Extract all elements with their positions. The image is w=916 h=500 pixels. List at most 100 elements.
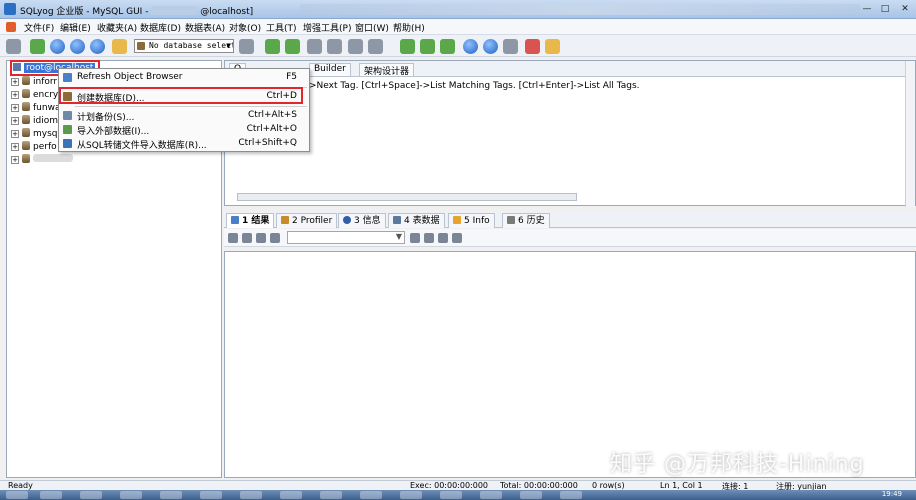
tree-db-node[interactable]: + mysq	[11, 128, 58, 140]
database-select[interactable]: No database select ▼	[134, 39, 234, 53]
export-results-icon[interactable]	[270, 233, 280, 243]
taskbar-app[interactable]	[320, 491, 342, 499]
tree-db-node[interactable]: + inforr	[11, 76, 57, 88]
taskbar-app[interactable]	[280, 491, 302, 499]
text-view-icon[interactable]	[256, 233, 266, 243]
tab-info[interactable]: 5 Info	[448, 213, 495, 228]
tree-db-label: perfo	[33, 142, 57, 152]
database-icon	[22, 89, 30, 98]
taskbar-app[interactable]	[440, 491, 462, 499]
new-connection-icon[interactable]	[6, 39, 21, 54]
form-view-icon[interactable]	[242, 233, 252, 243]
user-manager-icon[interactable]	[239, 39, 254, 54]
expand-icon[interactable]: +	[11, 91, 19, 99]
tab-table-data[interactable]: 4 表数据	[388, 213, 445, 228]
database-select-value: No database select	[149, 41, 234, 50]
menu-table[interactable]: 数据表(A)	[185, 21, 225, 34]
taskbar-app[interactable]	[120, 491, 142, 499]
options-icon[interactable]	[545, 39, 560, 54]
close-button[interactable]: ✕	[898, 3, 912, 15]
expand-icon[interactable]: +	[11, 104, 19, 112]
taskbar-app[interactable]	[160, 491, 182, 499]
tree-db-node[interactable]: +	[11, 154, 73, 166]
new-query-icon[interactable]	[30, 39, 45, 54]
taskbar-app[interactable]	[520, 491, 542, 499]
taskbar-app[interactable]	[480, 491, 502, 499]
refresh-results-icon[interactable]	[452, 233, 462, 243]
copy-db-icon[interactable]	[440, 39, 455, 54]
profiler-icon[interactable]	[525, 39, 540, 54]
menu-object[interactable]: 对象(O)	[229, 21, 261, 34]
taskbar-app[interactable]	[360, 491, 382, 499]
taskbar-app[interactable]	[560, 491, 582, 499]
window-title-suffix: @localhost]	[200, 7, 254, 17]
menu-file[interactable]: 文件(F)	[24, 21, 54, 34]
edit-user-icon[interactable]	[285, 39, 300, 54]
export-icon[interactable]	[348, 39, 363, 54]
results-grid[interactable]	[224, 251, 916, 478]
import-icon[interactable]	[368, 39, 383, 54]
menu-favorites[interactable]: 收藏夹(A)	[97, 21, 137, 34]
info-bolt-icon	[453, 216, 461, 224]
expand-icon[interactable]: +	[11, 78, 19, 86]
tab-profiler[interactable]: 2 Profiler	[276, 213, 338, 228]
execute-all-icon[interactable]	[70, 39, 85, 54]
taskbar-app[interactable]	[240, 491, 262, 499]
maximize-button[interactable]: □	[878, 3, 892, 15]
menu-window[interactable]: 窗口(W)	[355, 21, 389, 34]
tab-label: 结果	[251, 216, 270, 226]
save-results-icon[interactable]	[424, 233, 434, 243]
menu-power-tools[interactable]: 增强工具(P)	[303, 21, 351, 34]
menu-help[interactable]: 帮助(H)	[393, 21, 425, 34]
data-sync-icon[interactable]	[420, 39, 435, 54]
refresh-icon	[63, 73, 72, 82]
menu-item-shortcut: Ctrl+Shift+Q	[238, 138, 297, 148]
menu-item-refresh-object-browser[interactable]: Refresh Object Browser F5	[59, 71, 309, 84]
menu-item-label: Refresh Object Browser	[77, 72, 183, 82]
editor-vertical-scrollbar[interactable]	[905, 61, 915, 207]
menu-item-import-sql-dump[interactable]: 从SQL转储文件导入数据库(R)... Ctrl+Shift+Q	[59, 137, 309, 151]
restore-icon[interactable]	[327, 39, 342, 54]
schema-designer-icon[interactable]	[503, 39, 518, 54]
expand-icon[interactable]: +	[11, 117, 19, 125]
menu-item-import-external-data[interactable]: 导入外部数据(I)... Ctrl+Alt+O	[59, 123, 309, 137]
menu-tools[interactable]: 工具(T)	[266, 21, 297, 34]
schema-sync-icon[interactable]	[400, 39, 415, 54]
tab-history[interactable]: 6 历史	[502, 213, 550, 228]
expand-icon[interactable]: +	[11, 143, 19, 151]
minimize-button[interactable]: —	[860, 3, 874, 15]
start-button[interactable]	[6, 491, 28, 499]
tree-db-node[interactable]: + perfo	[11, 141, 57, 153]
taskbar-app[interactable]	[40, 491, 62, 499]
expand-icon[interactable]: +	[11, 130, 19, 138]
expand-icon[interactable]: +	[11, 156, 19, 164]
cancel-edit-icon[interactable]	[438, 233, 448, 243]
add-user-icon[interactable]	[265, 39, 280, 54]
grid-view-icon[interactable]	[228, 233, 238, 243]
tab-messages[interactable]: 3 信息	[338, 213, 386, 228]
query-builder-icon[interactable]	[483, 39, 498, 54]
menu-item-shortcut: Ctrl+Alt+O	[246, 124, 297, 134]
tree-db-node[interactable]: + funwa	[11, 102, 60, 114]
tree-db-node[interactable]: + encry	[11, 89, 58, 101]
editor-horizontal-scrollbar[interactable]	[237, 193, 577, 201]
taskbar-app[interactable]	[80, 491, 102, 499]
taskbar-app[interactable]	[400, 491, 422, 499]
tree-db-node[interactable]: + idiom	[11, 115, 58, 127]
filter-icon[interactable]	[410, 233, 420, 243]
tab-query-builder[interactable]: Builder	[309, 63, 351, 76]
execute-query-icon[interactable]	[50, 39, 65, 54]
tab-schema-designer[interactable]: 架构设计器	[359, 63, 415, 77]
taskbar-app[interactable]	[200, 491, 222, 499]
menu-item-scheduled-backup[interactable]: 计划备份(S)... Ctrl+Alt+S	[59, 109, 309, 123]
tab-num: 6	[518, 216, 524, 226]
stop-icon[interactable]	[112, 39, 127, 54]
refresh-icon[interactable]	[90, 39, 105, 54]
results-table-select[interactable]: ▼	[287, 231, 405, 244]
scheduler-icon[interactable]	[463, 39, 478, 54]
tab-results[interactable]: 1 结果	[226, 213, 275, 228]
menu-database[interactable]: 数据库(D)	[140, 21, 181, 34]
backup-icon[interactable]	[307, 39, 322, 54]
menu-edit[interactable]: 编辑(E)	[60, 21, 91, 34]
windows-taskbar: 19:49	[0, 490, 916, 500]
